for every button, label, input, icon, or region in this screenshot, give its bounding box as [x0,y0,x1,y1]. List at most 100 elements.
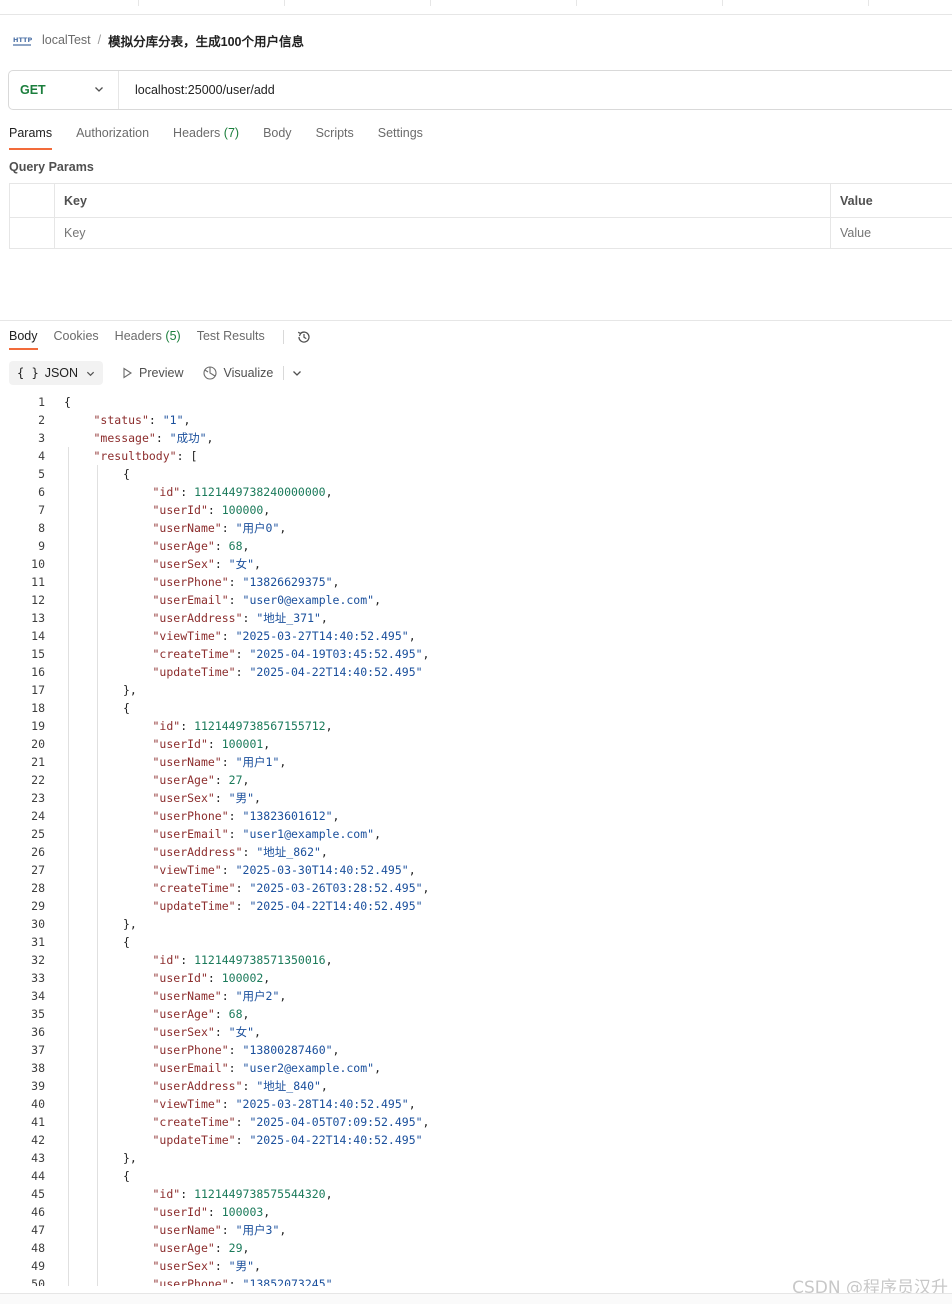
format-json-dropdown[interactable]: { } JSON [9,361,104,385]
code-text: "status": "1", [93,413,191,427]
tab-label: Test Results [196,329,265,343]
code-text: "userPhone": "13823601612", [152,809,340,823]
response-tabs: Body Cookies Headers (5) Test Results [9,329,312,351]
code-text: "userAddress": "地址_862", [152,845,328,859]
line-number: 44 [31,1169,45,1183]
code-text: "userAge": 68, [152,1007,250,1021]
code-text: "id": 1121449738575544320, [152,1187,333,1201]
breadcrumb-separator: / [97,33,102,47]
line-number: 42 [31,1133,45,1147]
code-text: "resultbody": [ [93,449,198,463]
line-number: 28 [31,881,45,895]
code-text: { [123,467,130,481]
play-icon [123,367,133,379]
line-number: 50 [31,1277,45,1286]
line-number: 31 [31,935,45,949]
line-number: 48 [31,1241,45,1255]
request-tabs: Params Authorization Headers (7) Body Sc… [9,126,447,150]
line-number: 40 [31,1097,45,1111]
tab-scripts[interactable]: Scripts [316,126,354,150]
tab-separator [282,330,284,344]
method-selector[interactable]: GET [9,71,119,109]
code-text: "userId": 100002, [152,971,271,985]
code-text: "id": 1121449738240000000, [152,485,333,499]
code-text: "userName": "用户3", [152,1223,287,1237]
code-text: "userName": "用户1", [152,755,287,769]
checkbox-column-divider [54,184,55,248]
tab-headers[interactable]: Headers (7) [173,126,239,150]
line-number: 36 [31,1025,45,1039]
tab-label: Cookies [53,329,99,343]
code-text: "viewTime": "2025-03-28T14:40:52.495", [152,1097,416,1111]
response-divider[interactable] [0,320,952,321]
url-bar: GET [8,70,952,110]
code-text: "userId": 100003, [152,1205,271,1219]
tab-label: Authorization [76,126,150,140]
line-number: 32 [31,953,45,967]
http-request-icon: HTTP [12,32,32,48]
url-input[interactable] [133,82,837,98]
line-number: 17 [31,683,45,697]
code-text: "userEmail": "user2@example.com", [152,1061,382,1075]
code-text: "userPhone": "13852073245" [152,1277,333,1286]
column-divider [830,184,831,248]
code-text: "userSex": "女", [152,1025,261,1039]
previous-tabs-strip [0,0,952,15]
tab-label: Headers [114,329,162,343]
tab-response-headers[interactable]: Headers (5) [115,329,181,351]
code-text: }, [123,683,137,697]
code-text: "message": "成功", [93,431,214,445]
code-text: { [123,1169,130,1183]
line-number: 4 [38,449,45,463]
code-text: }, [123,1151,137,1165]
tab-response-body[interactable]: Body [9,329,38,351]
code-text: "updateTime": "2025-04-22T14:40:52.495" [152,1133,423,1147]
code-text: "userSex": "女", [152,557,261,571]
query-params-title: Query Params [9,160,94,174]
line-number: 46 [31,1205,45,1219]
visualize-button[interactable]: Visualize [202,365,273,381]
preview-label: Preview [139,366,184,380]
response-body-code[interactable]: 1 {2 "status": "1", 3 "message": "成功", 4 "resu… [0,393,952,1286]
indent-guide [97,465,98,1286]
tab-params[interactable]: Params [9,126,53,150]
chevron-down-icon [86,371,95,376]
format-label: JSON [44,366,79,380]
param-key-input[interactable] [64,226,764,240]
line-number: 30 [31,917,45,931]
line-number: 7 [38,503,45,517]
tab-body[interactable]: Body [263,126,292,150]
tab-label: Body [263,126,292,140]
line-number: 35 [31,1007,45,1021]
request-title[interactable]: 模拟分库分表，生成100个用户信息 [108,31,304,50]
response-format-bar: { } JSON Preview Visualize [9,361,302,385]
line-number: 38 [31,1061,45,1075]
code-text: "userEmail": "user0@example.com", [152,593,382,607]
code-text: "userPhone": "13800287460", [152,1043,340,1057]
tab-authorization[interactable]: Authorization [76,126,149,150]
tab-settings[interactable]: Settings [378,126,423,150]
line-number: 14 [31,629,45,643]
tab-label: Body [9,329,38,343]
tab-test-results[interactable]: Test Results [197,329,265,351]
key-column-header: Key [64,194,87,208]
line-number: 29 [31,899,45,913]
line-number: 26 [31,845,45,859]
chevron-down-icon[interactable] [292,368,302,378]
line-number: 3 [38,431,45,445]
tab-label: Scripts [315,126,354,140]
param-value-input[interactable] [840,226,940,240]
code-text: "userAge": 29, [152,1241,250,1255]
line-number: 15 [31,647,45,661]
tab-label: Settings [377,126,423,140]
query-params-empty-row [10,217,952,250]
code-text: "userSex": "男", [152,791,261,805]
line-number: 2 [38,413,45,427]
tab-cookies[interactable]: Cookies [54,329,99,351]
query-params-header-row: Key Value [10,184,952,218]
line-number: 23 [31,791,45,805]
preview-button[interactable]: Preview [121,366,184,380]
line-number: 43 [31,1151,45,1165]
history-icon[interactable] [296,329,312,345]
breadcrumb-collection[interactable]: localTest [42,33,91,47]
